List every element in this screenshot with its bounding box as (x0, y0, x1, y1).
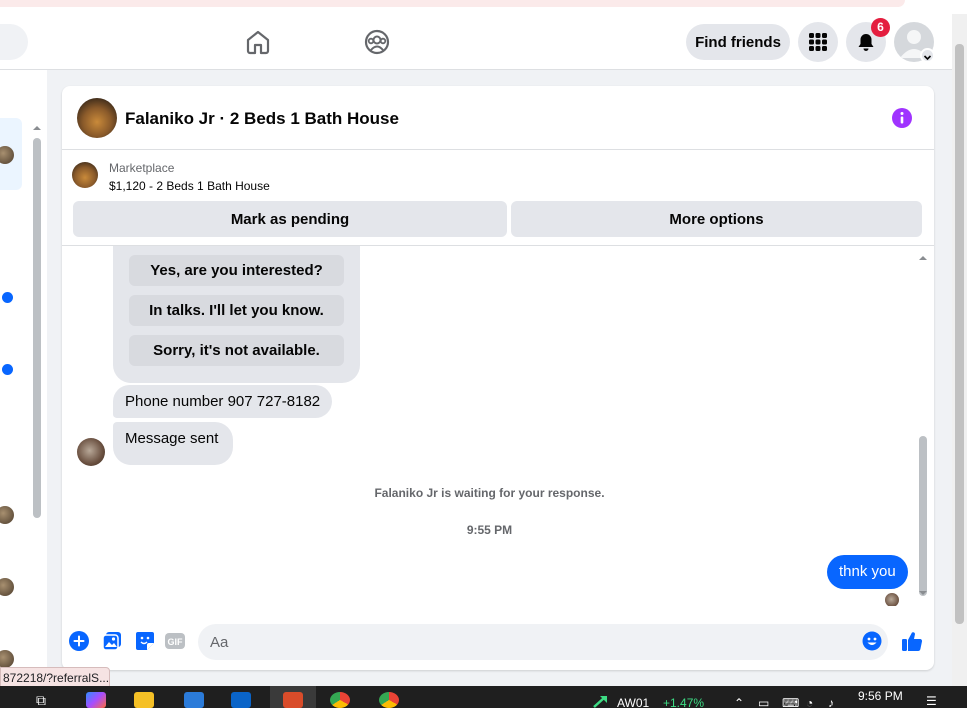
stock-ticker-symbol[interactable]: AW01 (617, 696, 649, 708)
gif-icon[interactable]: GIF (164, 630, 186, 652)
chevron-down-icon (923, 55, 932, 61)
quick-reply-button[interactable]: In talks. I'll let you know. (129, 295, 344, 326)
menu-grid-icon (809, 33, 827, 51)
account-caret[interactable] (920, 48, 935, 63)
conversation-avatar[interactable] (0, 506, 14, 524)
message-composer: GIF (62, 616, 934, 670)
microsoft-store-icon[interactable] (184, 692, 204, 708)
marketplace-listing-card: Marketplace $1,120 - 2 Beds 1 Bath House… (62, 151, 934, 246)
keyboard-icon[interactable]: ⌨ (782, 696, 799, 708)
marketplace-label: Marketplace (109, 161, 175, 175)
seen-by-avatar (885, 593, 899, 606)
message-bubble-phone: Phone number 907 727-8182 (113, 385, 333, 418)
listing-avatar[interactable] (77, 98, 117, 138)
page-scrollbar[interactable] (952, 14, 967, 686)
chrome-icon[interactable] (330, 692, 350, 708)
page-scrollbar-thumb[interactable] (955, 44, 964, 624)
sender-avatar[interactable] (77, 438, 105, 466)
groups-icon[interactable] (363, 28, 391, 56)
waiting-status-text: Falaniko Jr is waiting for your response… (374, 486, 605, 500)
notification-badge: 6 (871, 18, 890, 37)
thread-scrollbar[interactable] (917, 250, 929, 602)
chat-title[interactable]: Falaniko Jr · 2 Beds 1 Bath House (125, 109, 399, 129)
message-bubble-sent: Message sent (113, 422, 233, 465)
chat-list-scrollbar-thumb[interactable] (33, 138, 41, 518)
chrome-icon[interactable] (379, 692, 399, 708)
battery-icon[interactable]: ▭ (758, 696, 769, 708)
chat-list-scrollbar[interactable] (31, 120, 43, 680)
link-url-status: 872218/?referralS... (0, 667, 110, 688)
copilot-icon[interactable] (86, 692, 106, 708)
thumbs-up-icon[interactable] (901, 630, 923, 652)
thread-scrollbar-thumb[interactable] (919, 436, 927, 596)
notification-center-icon[interactable]: ☰ (926, 694, 937, 708)
unread-dot (2, 364, 13, 375)
wifi-icon[interactable]: ◔ (806, 696, 813, 708)
chat-header: Falaniko Jr · 2 Beds 1 Bath House (62, 86, 934, 150)
bell-icon (858, 34, 874, 51)
stock-ticker-change: +1.47% (663, 696, 705, 708)
message-input[interactable] (198, 624, 888, 660)
message-timestamp: 9:55 PM (466, 523, 513, 537)
browser-notice-bar (0, 0, 905, 7)
stock-up-arrow-icon (593, 696, 607, 708)
quick-reply-button[interactable]: Sorry, it's not available. (129, 335, 344, 366)
scroll-down-arrow-icon[interactable] (917, 588, 929, 598)
more-options-button[interactable]: More options (511, 201, 922, 237)
outlook-icon[interactable] (231, 692, 251, 708)
scroll-up-arrow-icon[interactable] (917, 253, 929, 263)
outgoing-message-bubble: thnk you (827, 555, 908, 589)
svg-text:GIF: GIF (168, 637, 184, 647)
quick-reply-button[interactable]: Yes, are you interested? (129, 255, 344, 286)
browser-top-strip (0, 0, 967, 14)
home-icon[interactable] (244, 28, 272, 56)
emoji-icon[interactable] (862, 631, 882, 651)
message-thread: Yes, are you interested? In talks. I'll … (62, 246, 934, 606)
conversation-avatar[interactable] (0, 650, 14, 668)
photo-icon[interactable] (101, 630, 123, 652)
mark-as-pending-button[interactable]: Mark as pending (73, 201, 507, 237)
active-app-icon[interactable] (283, 692, 303, 708)
chevron-up-icon[interactable]: ⌃ (734, 696, 744, 708)
chat-list-sidebar (0, 70, 47, 686)
sticker-icon[interactable] (134, 630, 156, 652)
file-explorer-icon[interactable] (134, 692, 154, 708)
windows-taskbar: ⧉ AW01 +1.47% ⌃ ▭ ⌨ ◔ ♪ 9:56 PM ☰ (0, 686, 967, 708)
plus-icon[interactable] (68, 630, 90, 652)
quick-reply-bubble: Yes, are you interested? In talks. I'll … (113, 246, 360, 383)
top-navigation: Find friends 6 (0, 14, 952, 70)
find-friends-button[interactable]: Find friends (686, 24, 790, 60)
clock-time[interactable]: 9:56 PM (858, 689, 903, 703)
menu-button[interactable] (798, 22, 838, 62)
chat-panel: Falaniko Jr · 2 Beds 1 Bath House Market… (62, 86, 934, 670)
conversation-avatar[interactable] (0, 578, 14, 596)
listing-price-title[interactable]: $1,120 - 2 Beds 1 Bath House (109, 179, 270, 193)
task-view-icon[interactable]: ⧉ (36, 692, 46, 708)
info-icon[interactable] (891, 107, 913, 129)
listing-thumbnail[interactable] (72, 162, 98, 188)
search-box[interactable] (0, 24, 28, 60)
unread-dot (2, 292, 13, 303)
volume-icon[interactable]: ♪ (828, 696, 834, 708)
scroll-up-arrow-icon[interactable] (31, 123, 43, 133)
